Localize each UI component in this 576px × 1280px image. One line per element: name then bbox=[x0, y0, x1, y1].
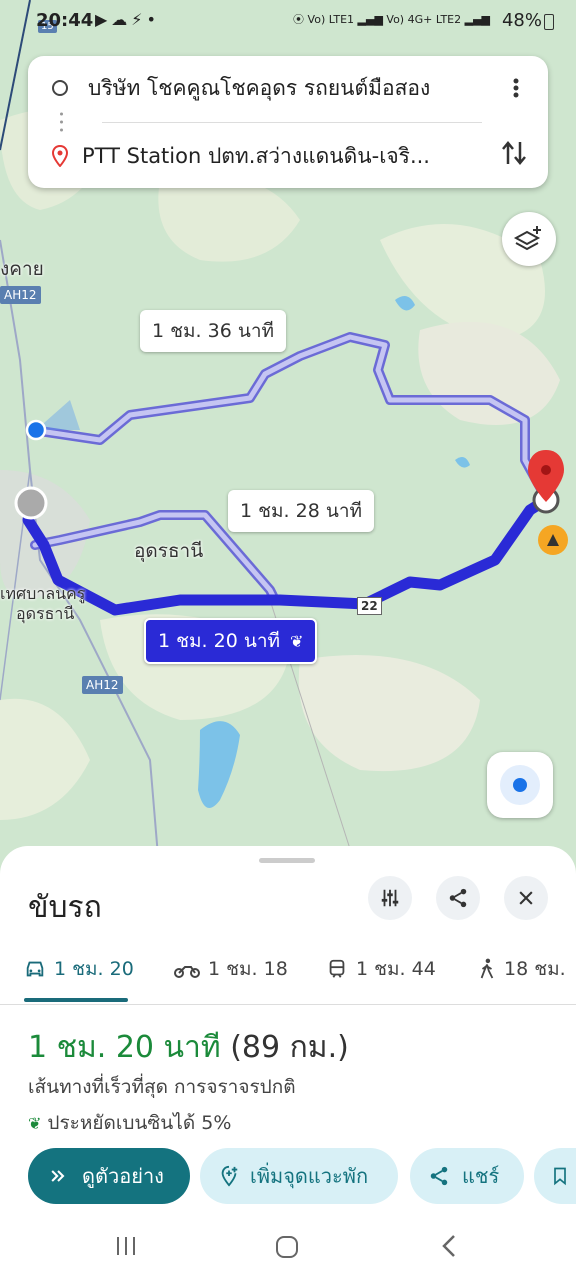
route-selected-text: 1 ชม. 20 นาที bbox=[158, 630, 281, 652]
map-label-town: งคาย bbox=[0, 258, 44, 280]
mode-label: 1 ชม. 18 bbox=[208, 958, 288, 980]
back-icon[interactable] bbox=[438, 1234, 460, 1258]
my-location-button[interactable] bbox=[487, 752, 553, 818]
share-label: แชร์ bbox=[462, 1164, 500, 1188]
mode-label: 18 ชม. bbox=[504, 958, 566, 980]
double-chevron-icon bbox=[51, 1170, 65, 1182]
route-duration: 1 ชม. 20 นาที bbox=[28, 1030, 221, 1065]
my-location-icon bbox=[500, 765, 540, 805]
road-shield-22: 22 bbox=[357, 597, 382, 615]
route-description: เส้นทางที่เร็วที่สุด การจราจรปกติ bbox=[28, 1076, 296, 1098]
mode-tab-walk[interactable]: 18 ชม. bbox=[478, 954, 566, 984]
preview-button[interactable]: ดูตัวอย่าง bbox=[28, 1148, 190, 1204]
system-nav-bar bbox=[0, 1210, 576, 1280]
origin-row[interactable]: บริษัท โชคคูณโชคอุดร รถยนต์มือสอง bbox=[52, 68, 430, 108]
car-icon bbox=[26, 961, 44, 977]
road-shield-ah12: AH12 bbox=[82, 676, 123, 694]
battery-level: 48% bbox=[501, 10, 542, 31]
share-icon bbox=[430, 1166, 448, 1186]
route-options-button[interactable] bbox=[368, 876, 412, 920]
add-stop-label: เพิ่มจุดแวะพัก bbox=[250, 1164, 369, 1188]
layers-button[interactable] bbox=[502, 212, 556, 266]
status-bar: 20:44 ▶☁⚡• ⦿ Vo) LTE1 ▂▄▆ Vo) 4G+ LTE2 ▂… bbox=[0, 0, 576, 44]
route-alt-1-label[interactable]: 1 ชม. 36 นาที bbox=[140, 310, 287, 352]
more-options-icon[interactable] bbox=[504, 76, 528, 100]
layers-icon bbox=[513, 226, 541, 251]
status-time: 20:44 bbox=[36, 10, 94, 31]
sheet-drag-handle[interactable] bbox=[259, 858, 315, 863]
road-shield-ah12: AH12 bbox=[0, 286, 41, 304]
card-divider bbox=[102, 122, 482, 123]
mode-label: 1 ชม. 44 bbox=[356, 958, 436, 980]
preview-label: ดูตัวอย่าง bbox=[82, 1164, 164, 1188]
battery-icon bbox=[544, 14, 554, 30]
origin-text: บริษัท โชคคูณโชคอุดร รถยนต์มือสอง bbox=[88, 75, 431, 100]
close-icon bbox=[519, 891, 533, 905]
recent-apps-icon[interactable] bbox=[114, 1234, 138, 1258]
route-summary: 1 ชม. 20 นาที (89 กม.) bbox=[28, 1024, 349, 1071]
mode-tab-motorcycle[interactable]: 1 ชม. 18 bbox=[174, 954, 288, 984]
origin-circle-icon bbox=[52, 80, 68, 96]
mode-label: 1 ชม. 20 bbox=[54, 958, 134, 980]
route-selected-label[interactable]: 1 ชม. 20 นาที ❦ bbox=[144, 618, 318, 664]
close-button[interactable] bbox=[504, 876, 548, 920]
swap-directions-icon[interactable] bbox=[500, 138, 528, 168]
route-alt-2-label[interactable]: 1 ชม. 28 นาที bbox=[228, 490, 375, 532]
share-route-button[interactable] bbox=[436, 876, 480, 920]
transit-icon bbox=[329, 959, 345, 978]
signal-icons: ⦿ Vo) LTE1 ▂▄▆ Vo) 4G+ LTE2 ▂▄▆ bbox=[293, 13, 490, 26]
leaf-icon: ❦ bbox=[290, 631, 304, 651]
active-tab-indicator bbox=[24, 998, 128, 1002]
network-1: Vo) LTE1 bbox=[307, 13, 355, 26]
mode-tab-car[interactable]: 1 ชม. 20 bbox=[24, 954, 134, 984]
destination-pin-icon bbox=[52, 145, 68, 167]
home-icon[interactable] bbox=[274, 1234, 300, 1260]
destination-row[interactable]: PTT Station ปตท.สว่างแดนดิน-เจริ... bbox=[52, 136, 430, 176]
add-stop-button[interactable]: เพิ่มจุดแวะพัก bbox=[200, 1148, 398, 1204]
tabs-divider bbox=[0, 1004, 576, 1005]
sheet-title: ขับรถ bbox=[28, 890, 102, 925]
map-label-city: อุดรธานี bbox=[134, 540, 204, 562]
directions-card: บริษัท โชคคูณโชคอุดร รถยนต์มือสอง PTT St… bbox=[28, 56, 548, 188]
sliders-icon bbox=[381, 889, 399, 907]
add-location-icon bbox=[221, 1165, 238, 1187]
network-2: Vo) 4G+ LTE2 bbox=[386, 13, 462, 26]
share-button[interactable]: แชร์ bbox=[410, 1148, 524, 1204]
share-icon bbox=[449, 888, 467, 908]
mode-tab-transit[interactable]: 1 ชม. 44 bbox=[326, 954, 436, 984]
map-label-municipality-2: อุดรธานี bbox=[16, 604, 75, 623]
leaf-icon: ❦ bbox=[28, 1113, 42, 1133]
fuel-saving-row: ❦ ประหยัดเบนซินได้ 5% bbox=[28, 1108, 231, 1138]
save-button[interactable] bbox=[534, 1148, 576, 1204]
connector-dots bbox=[60, 112, 63, 132]
bookmark-icon bbox=[554, 1167, 566, 1186]
walk-icon bbox=[480, 958, 494, 979]
route-distance: (89 กม.) bbox=[230, 1030, 349, 1065]
motorcycle-icon bbox=[174, 966, 200, 978]
destination-text: PTT Station ปตท.สว่างแดนดิน-เจริ... bbox=[82, 143, 430, 168]
fuel-saving-text: ประหยัดเบนซินได้ 5% bbox=[47, 1112, 232, 1134]
notification-icons: ▶☁⚡• bbox=[95, 10, 160, 29]
